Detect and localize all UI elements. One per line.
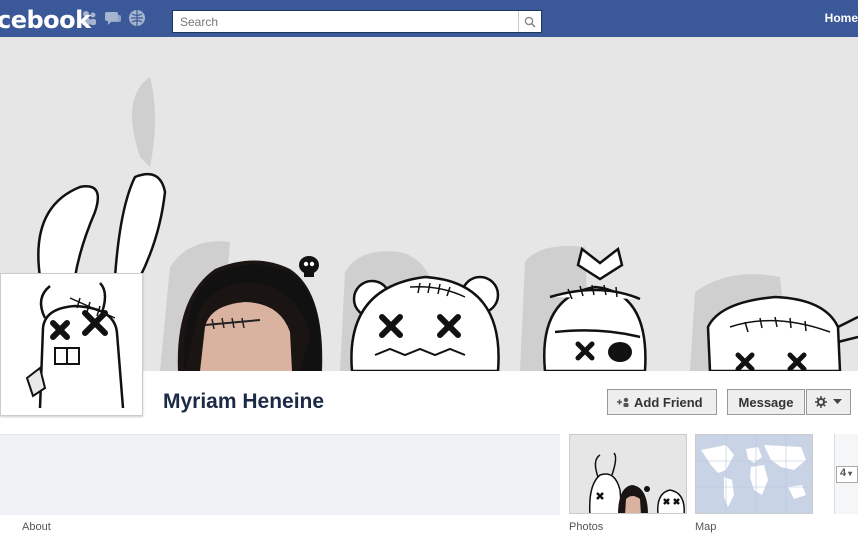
friends-icon[interactable] — [80, 9, 98, 27]
add-friend-icon — [617, 397, 629, 407]
add-friend-label: Add Friend — [634, 394, 703, 410]
notifications-icon[interactable] — [128, 9, 146, 27]
profile-picture[interactable] — [0, 273, 143, 416]
search-icon — [524, 16, 536, 28]
search-input[interactable] — [178, 11, 512, 33]
home-link[interactable]: Home — [825, 11, 858, 25]
photos-thumbnail[interactable] — [569, 434, 687, 514]
photos-preview — [570, 435, 686, 513]
sections-count: 4 — [840, 467, 847, 479]
count-chevron-icon: ▾ — [848, 469, 853, 478]
photos-label[interactable]: Photos — [569, 521, 603, 533]
about-panel — [0, 434, 560, 515]
jewel-icons — [80, 9, 146, 27]
top-bar: cebook Home — [0, 0, 858, 37]
search-button[interactable] — [518, 11, 541, 32]
message-label: Message — [738, 394, 794, 410]
gear-icon — [815, 396, 827, 408]
profile-name[interactable]: Myriam Heneine — [163, 390, 324, 414]
bunny-avatar-icon — [25, 282, 125, 409]
world-map-preview — [696, 435, 812, 513]
search-box — [172, 10, 542, 33]
chevron-down-icon — [833, 399, 842, 404]
facebook-logo[interactable]: cebook — [0, 6, 91, 34]
messages-icon[interactable] — [104, 9, 122, 27]
add-friend-button[interactable]: Add Friend — [607, 389, 717, 415]
map-thumbnail[interactable] — [695, 434, 813, 514]
sections-count-dropdown[interactable]: 4 ▾ — [836, 466, 858, 483]
gear-menu-button[interactable] — [806, 389, 851, 415]
about-label[interactable]: About — [22, 521, 51, 533]
map-label[interactable]: Map — [695, 521, 716, 533]
message-button[interactable]: Message — [727, 389, 805, 415]
